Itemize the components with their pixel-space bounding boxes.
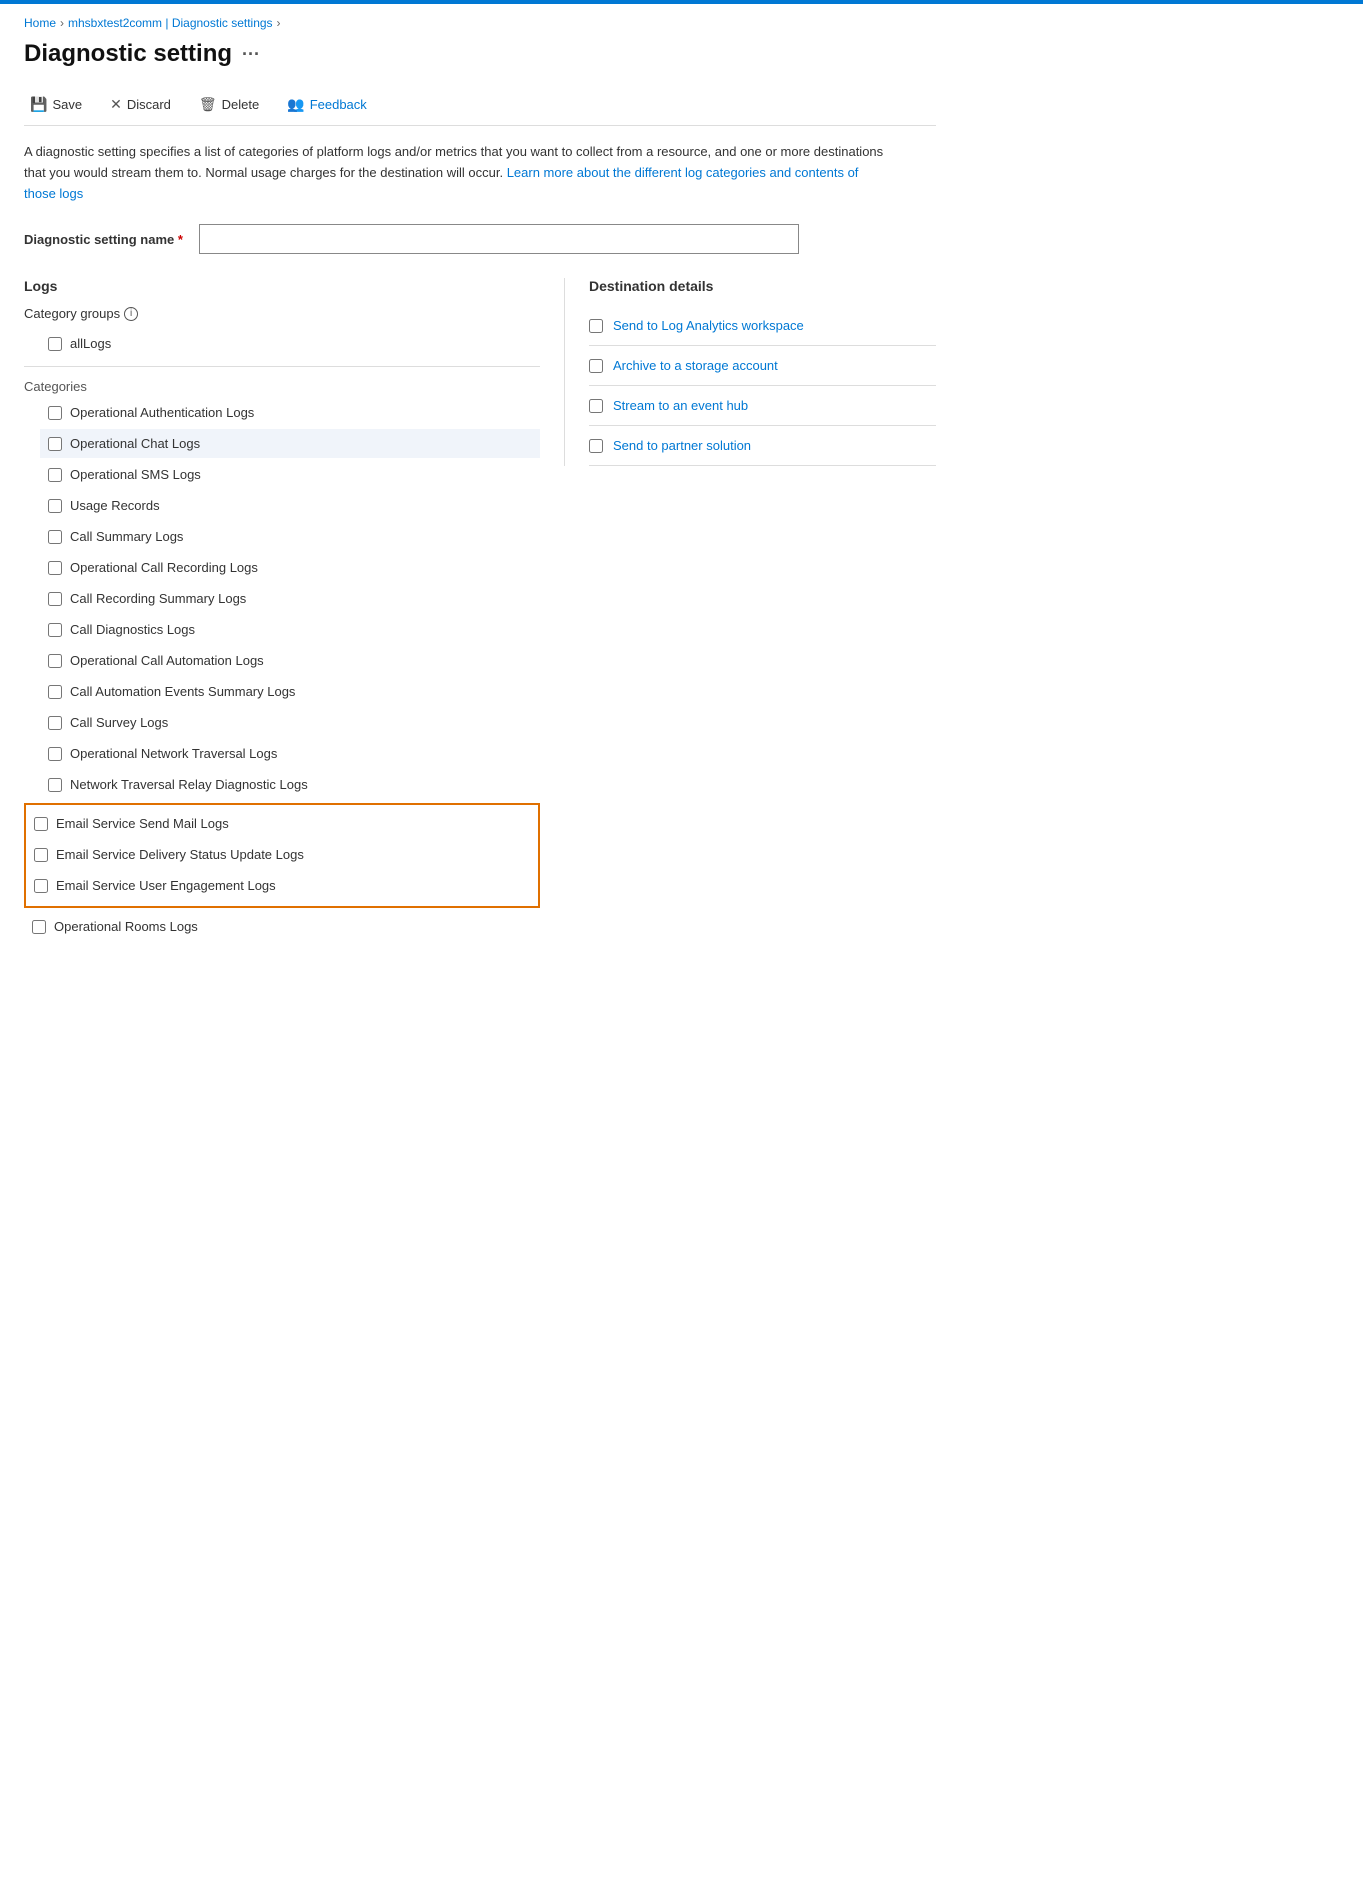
- save-button[interactable]: 💾 Save: [24, 92, 88, 117]
- callautomationevents-label: Call Automation Events Summary Logs: [70, 684, 295, 699]
- checkbox-row-operationalrooms[interactable]: Operational Rooms Logs: [24, 912, 540, 941]
- sms-checkbox[interactable]: [48, 468, 62, 482]
- required-indicator: *: [178, 232, 183, 247]
- loganalytics-label: Send to Log Analytics workspace: [613, 318, 804, 333]
- save-icon: 💾: [30, 96, 47, 113]
- partner-checkbox[interactable]: [589, 439, 603, 453]
- checkbox-row-calldiag[interactable]: Call Diagnostics Logs: [40, 615, 540, 644]
- callautomationevents-checkbox[interactable]: [48, 685, 62, 699]
- checkbox-row-callautomation[interactable]: Operational Call Automation Logs: [40, 646, 540, 675]
- chat-label: Operational Chat Logs: [70, 436, 200, 451]
- dest-row-loganalytics[interactable]: Send to Log Analytics workspace: [589, 306, 936, 346]
- feedback-button[interactable]: 👥 Feedback: [281, 92, 373, 117]
- callsurvey-label: Call Survey Logs: [70, 715, 168, 730]
- callsummary-checkbox[interactable]: [48, 530, 62, 544]
- discard-icon: ✕: [110, 96, 122, 113]
- callautomation-checkbox[interactable]: [48, 654, 62, 668]
- description: A diagnostic setting specifies a list of…: [24, 142, 884, 204]
- checkbox-row-callsurvey[interactable]: Call Survey Logs: [40, 708, 540, 737]
- checkbox-row-usage[interactable]: Usage Records: [40, 491, 540, 520]
- alllogs-checkbox-row[interactable]: allLogs: [40, 329, 540, 358]
- checkbox-row-emaildelivery[interactable]: Email Service Delivery Status Update Log…: [26, 840, 538, 869]
- checkbox-row-callrecording[interactable]: Operational Call Recording Logs: [40, 553, 540, 582]
- alllogs-checkbox[interactable]: [48, 337, 62, 351]
- categories-list: Operational Authentication Logs Operatio…: [24, 398, 540, 941]
- breadcrumb-home[interactable]: Home: [24, 16, 56, 30]
- emailsend-label: Email Service Send Mail Logs: [56, 816, 229, 831]
- info-icon[interactable]: i: [124, 307, 138, 321]
- email-group-box: Email Service Send Mail Logs Email Servi…: [24, 803, 540, 908]
- setting-name-input[interactable]: [199, 224, 799, 254]
- category-groups-label: Category groups i: [24, 306, 540, 321]
- dest-row-storage[interactable]: Archive to a storage account: [589, 346, 936, 386]
- usage-checkbox[interactable]: [48, 499, 62, 513]
- checkbox-row-chat[interactable]: Operational Chat Logs: [40, 429, 540, 458]
- checkbox-row-callsummary[interactable]: Call Summary Logs: [40, 522, 540, 551]
- callsummary-label: Call Summary Logs: [70, 529, 183, 544]
- categories-label: Categories: [24, 379, 540, 394]
- breadcrumb-resource[interactable]: mhsbxtest2comm | Diagnostic settings: [68, 16, 273, 30]
- operationalrooms-checkbox[interactable]: [32, 920, 46, 934]
- dest-row-eventhub[interactable]: Stream to an event hub: [589, 386, 936, 426]
- main-content: Logs Category groups i allLogs Categorie…: [24, 278, 936, 943]
- callrecordingsummary-checkbox[interactable]: [48, 592, 62, 606]
- auth-label: Operational Authentication Logs: [70, 405, 254, 420]
- eventhub-checkbox[interactable]: [589, 399, 603, 413]
- networktraversal-checkbox[interactable]: [48, 747, 62, 761]
- checkbox-row-emailengagement[interactable]: Email Service User Engagement Logs: [26, 871, 538, 900]
- networktraversalrelay-checkbox[interactable]: [48, 778, 62, 792]
- storage-checkbox[interactable]: [589, 359, 603, 373]
- usage-label: Usage Records: [70, 498, 160, 513]
- checkbox-row-networktraversal[interactable]: Operational Network Traversal Logs: [40, 739, 540, 768]
- checkbox-row-callautomationevents[interactable]: Call Automation Events Summary Logs: [40, 677, 540, 706]
- delete-icon: 🗑: [199, 96, 217, 113]
- logs-section: Logs Category groups i allLogs Categorie…: [24, 278, 564, 943]
- emaildelivery-checkbox[interactable]: [34, 848, 48, 862]
- checkbox-row-callrecordingsummary[interactable]: Call Recording Summary Logs: [40, 584, 540, 613]
- page-title-row: Diagnostic setting ···: [24, 40, 936, 68]
- eventhub-label: Stream to an event hub: [613, 398, 748, 413]
- emailengagement-label: Email Service User Engagement Logs: [56, 878, 276, 893]
- emaildelivery-label: Email Service Delivery Status Update Log…: [56, 847, 304, 862]
- emailengagement-checkbox[interactable]: [34, 879, 48, 893]
- separator: [24, 366, 540, 367]
- callrecordingsummary-label: Call Recording Summary Logs: [70, 591, 246, 606]
- delete-button[interactable]: 🗑 Delete: [193, 92, 265, 117]
- destination-title: Destination details: [589, 278, 936, 294]
- operationalrooms-label: Operational Rooms Logs: [54, 919, 198, 934]
- all-logs-row-container: allLogs: [40, 329, 540, 358]
- breadcrumb: Home › mhsbxtest2comm | Diagnostic setti…: [24, 16, 936, 30]
- checkbox-row-auth[interactable]: Operational Authentication Logs: [40, 398, 540, 427]
- loganalytics-checkbox[interactable]: [589, 319, 603, 333]
- sms-label: Operational SMS Logs: [70, 467, 201, 482]
- networktraversal-label: Operational Network Traversal Logs: [70, 746, 277, 761]
- more-options-icon[interactable]: ···: [242, 44, 260, 65]
- checkbox-row-sms[interactable]: Operational SMS Logs: [40, 460, 540, 489]
- alllogs-label[interactable]: allLogs: [70, 336, 111, 351]
- calldiag-label: Call Diagnostics Logs: [70, 622, 195, 637]
- checkbox-row-networktraversalrelay[interactable]: Network Traversal Relay Diagnostic Logs: [40, 770, 540, 799]
- chat-checkbox[interactable]: [48, 437, 62, 451]
- setting-name-label: Diagnostic setting name *: [24, 232, 183, 247]
- dest-row-partner[interactable]: Send to partner solution: [589, 426, 936, 466]
- destination-section: Destination details Send to Log Analytic…: [564, 278, 936, 466]
- callrecording-label: Operational Call Recording Logs: [70, 560, 258, 575]
- storage-label: Archive to a storage account: [613, 358, 778, 373]
- checkbox-row-emailsend[interactable]: Email Service Send Mail Logs: [26, 809, 538, 838]
- networktraversalrelay-label: Network Traversal Relay Diagnostic Logs: [70, 777, 308, 792]
- logs-section-title: Logs: [24, 278, 540, 294]
- callrecording-checkbox[interactable]: [48, 561, 62, 575]
- discard-button[interactable]: ✕ Discard: [104, 92, 177, 117]
- auth-checkbox[interactable]: [48, 406, 62, 420]
- partner-label: Send to partner solution: [613, 438, 751, 453]
- callsurvey-checkbox[interactable]: [48, 716, 62, 730]
- calldiag-checkbox[interactable]: [48, 623, 62, 637]
- page-title: Diagnostic setting: [24, 40, 232, 68]
- toolbar: 💾 Save ✕ Discard 🗑 Delete 👥 Feedback: [24, 84, 936, 126]
- feedback-icon: 👥: [287, 96, 304, 113]
- emailsend-checkbox[interactable]: [34, 817, 48, 831]
- callautomation-label: Operational Call Automation Logs: [70, 653, 264, 668]
- setting-name-row: Diagnostic setting name *: [24, 224, 936, 254]
